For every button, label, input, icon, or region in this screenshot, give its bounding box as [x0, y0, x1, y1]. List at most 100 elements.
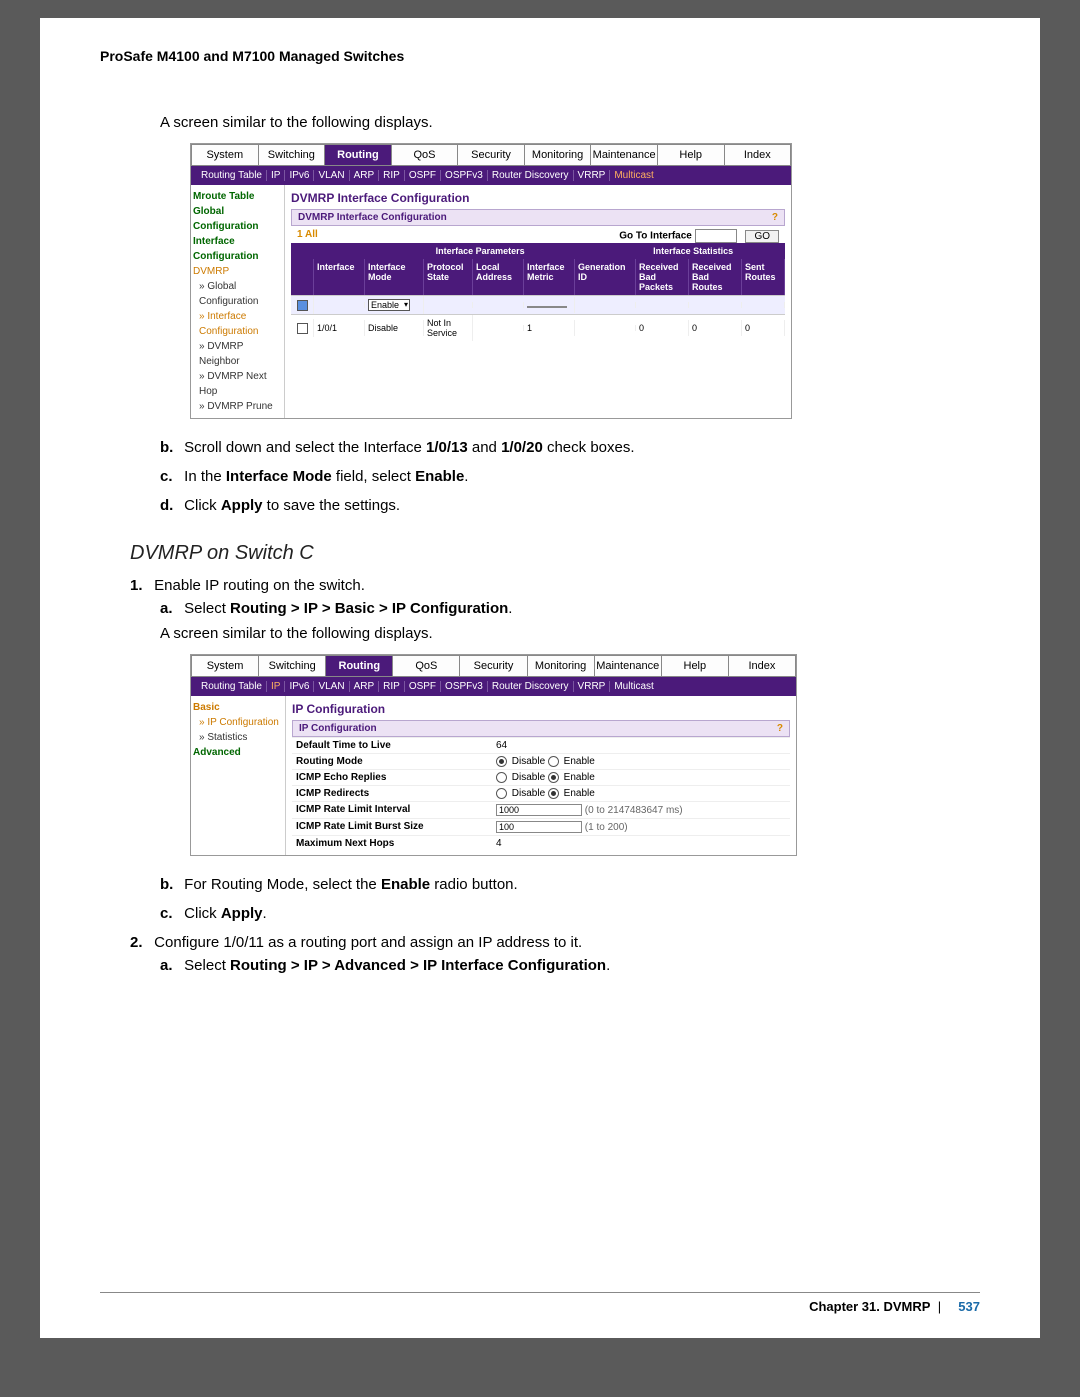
step-d-pre: Click: [184, 497, 221, 514]
nav-configuration[interactable]: Configuration: [193, 219, 282, 234]
nav-global[interactable]: Global: [193, 204, 282, 219]
filter-row: 1 All Go To Interface GO: [291, 226, 785, 243]
column-header-row: Interface Interface Mode Protocol State …: [291, 259, 785, 295]
step-1c: c. Click Apply.: [160, 905, 980, 922]
filter-all[interactable]: 1 All: [297, 229, 318, 240]
subtab-router-discovery[interactable]: Router Discovery: [488, 681, 574, 692]
screenshot-ip-configuration: SystemSwitchingRoutingQoSSecurityMonitor…: [190, 654, 797, 856]
subtab-routing-table[interactable]: Routing Table: [197, 681, 267, 692]
subtab-routing-table[interactable]: Routing Table: [197, 170, 267, 181]
nav--global[interactable]: » Global: [193, 279, 282, 294]
radio-enable[interactable]: [548, 772, 559, 783]
subtab-vlan[interactable]: VLAN: [314, 170, 349, 181]
nav-mroute-table[interactable]: Mroute Table: [193, 189, 282, 204]
subtab-vrrp[interactable]: VRRP: [574, 681, 611, 692]
form-value: 1000 (0 to 2147483647 ms): [496, 804, 790, 816]
go-button[interactable]: GO: [745, 230, 779, 243]
col-interface-metric: Interface Metric: [524, 259, 575, 295]
tab-help[interactable]: Help: [662, 656, 729, 676]
hint-text: (1 to 200): [582, 822, 628, 833]
document-page: ProSafe M4100 and M7100 Managed Switches…: [40, 18, 1040, 1338]
subtab-multicast[interactable]: Multicast: [610, 681, 657, 692]
nav--dvmrp-neighbor[interactable]: » DVMRP Neighbor: [193, 339, 282, 369]
form-value: 4: [496, 838, 790, 849]
table-edit-row: Enable: [291, 295, 785, 314]
tab-help[interactable]: Help: [658, 145, 725, 165]
subtab-ospf[interactable]: OSPF: [405, 681, 441, 692]
subtab-ip[interactable]: IP: [267, 681, 285, 692]
text-input[interactable]: 100: [496, 821, 582, 833]
subtab-rip[interactable]: RIP: [379, 681, 405, 692]
nav--ip-configuration[interactable]: » IP Configuration: [193, 715, 283, 730]
tab-routing[interactable]: Routing: [326, 656, 393, 676]
subtab-vlan[interactable]: VLAN: [314, 681, 349, 692]
col-sent-routes: Sent Routes: [742, 259, 785, 295]
goto-input[interactable]: [695, 229, 737, 243]
tab-system[interactable]: System: [192, 145, 259, 165]
col-generation-id: Generation ID: [575, 259, 636, 295]
subtab-ipv6[interactable]: IPv6: [285, 681, 314, 692]
help-icon[interactable]: ?: [777, 723, 783, 734]
step-1a-bold: Routing > IP > Basic > IP Configuration: [230, 600, 508, 617]
subtab-ospfv3[interactable]: OSPFv3: [441, 170, 488, 181]
nav-configuration[interactable]: Configuration: [193, 249, 282, 264]
strip-label: DVMRP Interface Configuration: [298, 212, 447, 223]
subtab-router-discovery[interactable]: Router Discovery: [488, 170, 574, 181]
text-input[interactable]: 1000: [496, 804, 582, 816]
subtab-ip[interactable]: IP: [267, 170, 285, 181]
nav--dvmrp-next-hop[interactable]: » DVMRP Next Hop: [193, 369, 282, 399]
select-all-checkbox[interactable]: [297, 300, 308, 311]
subtab-rip[interactable]: RIP: [379, 170, 405, 181]
cell-local-address: [473, 325, 524, 331]
tab-maintenance[interactable]: Maintenance: [591, 145, 658, 165]
nav--interface[interactable]: » Interface: [193, 309, 282, 324]
radio-disable[interactable]: [496, 788, 507, 799]
cell-bad-packets: 0: [636, 320, 689, 336]
nav-interface[interactable]: Interface: [193, 234, 282, 249]
tab-switching[interactable]: Switching: [259, 656, 326, 676]
tab-index[interactable]: Index: [729, 656, 795, 676]
form-value: Disable Enable: [496, 788, 790, 799]
subtab-arp[interactable]: ARP: [350, 681, 380, 692]
tab-monitoring[interactable]: Monitoring: [525, 145, 592, 165]
subtab-arp[interactable]: ARP: [350, 170, 380, 181]
radio-disable[interactable]: [496, 772, 507, 783]
nav--dvmrp-prune[interactable]: » DVMRP Prune: [193, 399, 282, 414]
group-header-row: Interface Parameters Interface Statistic…: [291, 243, 785, 259]
step-b-bold2: 1/0/20: [501, 439, 543, 456]
tab-maintenance[interactable]: Maintenance: [595, 656, 662, 676]
metric-input[interactable]: [527, 306, 567, 308]
interface-mode-dropdown[interactable]: Enable: [368, 299, 410, 311]
radio-disable[interactable]: [496, 756, 507, 767]
radio-enable[interactable]: [548, 756, 559, 767]
tab-qos[interactable]: QoS: [392, 145, 459, 165]
main-tabbar: SystemSwitchingRoutingQoSSecurityMonitor…: [191, 655, 796, 677]
subtab-vrrp[interactable]: VRRP: [574, 170, 611, 181]
tab-system[interactable]: System: [192, 656, 259, 676]
tab-security[interactable]: Security: [458, 145, 525, 165]
nav-basic[interactable]: Basic: [193, 700, 283, 715]
help-icon[interactable]: ?: [772, 212, 778, 223]
nav--statistics[interactable]: » Statistics: [193, 730, 283, 745]
col-interface-mode: Interface Mode: [365, 259, 424, 295]
tab-switching[interactable]: Switching: [259, 145, 326, 165]
form-row-icmp-redirects: ICMP Redirects Disable Enable: [292, 785, 790, 801]
radio-enable[interactable]: [548, 788, 559, 799]
tab-monitoring[interactable]: Monitoring: [528, 656, 595, 676]
row-checkbox[interactable]: [297, 323, 308, 334]
tab-qos[interactable]: QoS: [393, 656, 460, 676]
nav-dvmrp[interactable]: DVMRP: [193, 264, 282, 279]
tab-index[interactable]: Index: [725, 145, 791, 165]
nav--configuration[interactable]: Configuration: [193, 324, 282, 339]
subtab-ospf[interactable]: OSPF: [405, 170, 441, 181]
subtab-multicast[interactable]: Multicast: [610, 170, 657, 181]
subtab-ospfv3[interactable]: OSPFv3: [441, 681, 488, 692]
nav--configuration[interactable]: Configuration: [193, 294, 282, 309]
nav-advanced[interactable]: Advanced: [193, 745, 283, 760]
left-nav: Basic» IP Configuration» StatisticsAdvan…: [191, 696, 286, 855]
tab-routing[interactable]: Routing: [325, 145, 392, 165]
cell-bad-routes: 0: [689, 320, 742, 336]
tab-security[interactable]: Security: [460, 656, 527, 676]
cell-metric: 1: [524, 320, 575, 336]
subtab-ipv6[interactable]: IPv6: [285, 170, 314, 181]
